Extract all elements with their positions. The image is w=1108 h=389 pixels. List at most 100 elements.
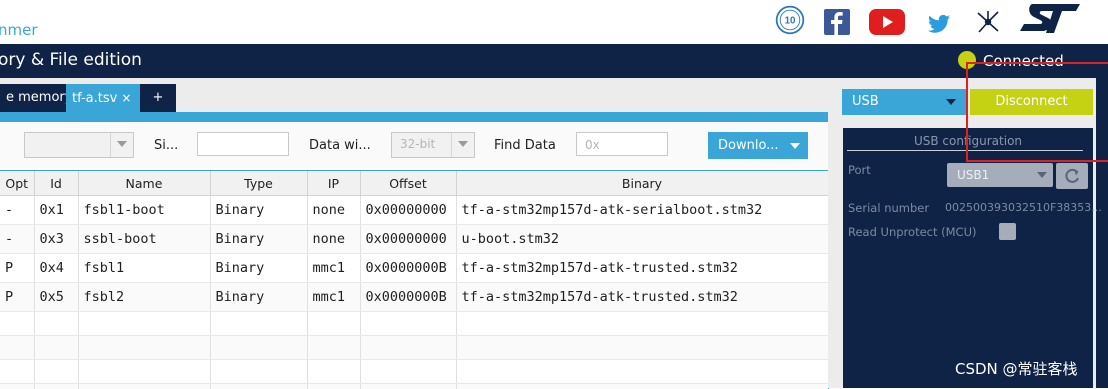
data-width-label: Data wi... [309,138,371,153]
column-header-id[interactable]: Id [34,171,78,196]
column-header-name[interactable]: Name [78,171,210,196]
cell-id: 0x4 [34,254,78,283]
cell-ip: none [307,225,360,254]
cell-binary: tf-a-stm32mp157d-atk-trusted.stm32 [456,283,828,312]
table-row[interactable]: - 0x1 fsbl1-boot Binary none 0x00000000 … [0,196,828,225]
port-select[interactable]: USB1 [947,163,1053,187]
cell-ip: mmc1 [307,283,360,312]
anniversary-badge-icon: 10 [772,4,808,36]
tab-add[interactable]: + [140,84,176,112]
port-value: USB1 [957,163,989,187]
cell-binary: tf-a-stm32mp157d-atk-serialboot.stm32 [456,196,828,225]
find-data-input[interactable]: 0x [576,132,668,156]
data-width-value: 32-bit [400,137,435,151]
app-name: nmer [0,21,38,39]
youtube-icon[interactable] [869,6,905,38]
column-header-binary[interactable]: Binary [456,171,828,196]
find-data-label: Find Data [494,138,556,153]
cell-binary: u-boot.stm32 [456,225,828,254]
tab-device-memory[interactable]: e memory [0,84,66,112]
close-tab-icon[interactable]: × [121,91,131,105]
empty-row [0,360,828,384]
cell-ip: none [307,196,360,225]
size-input[interactable] [197,132,289,156]
add-tab-icon: + [153,90,164,105]
data-width-select[interactable]: 32-bit [391,132,475,158]
cell-type: Binary [210,283,307,312]
cell-opt: - [0,225,34,254]
read-unprotect-label: Read Unprotect (MCU) [848,225,976,239]
brand-bar: nmer 10 [0,0,1108,44]
splitter[interactable] [828,78,836,388]
chevron-down-icon [790,143,800,149]
facebook-icon[interactable] [824,6,850,38]
cell-type: Binary [210,225,307,254]
table-header-row: Opt Id Name Type IP Offset Binary [0,171,828,196]
connection-status-label: Connected [983,52,1064,70]
cell-offset: 0x00000000 [360,196,456,225]
refresh-button[interactable] [1056,163,1088,189]
tab-underline [0,112,828,122]
port-label: Port [848,163,871,177]
chevron-down-icon [946,99,956,105]
annotation-line-left [966,64,968,162]
serial-number-value: 002500393032510F38353... [945,201,1102,214]
annotation-line-bottom [966,160,1108,162]
tab-tf-a-tsv[interactable]: tf-a.tsv × [66,84,146,112]
find-data-placeholder: 0x [585,138,600,152]
st-logo-icon [1018,2,1082,34]
cell-offset: 0x0000000B [360,254,456,283]
table-row[interactable]: P 0x4 fsbl1 Binary mmc1 0x0000000B tf-a-… [0,254,828,283]
cell-binary: tf-a-stm32mp157d-atk-trusted.stm32 [456,254,828,283]
download-button[interactable]: Downlo... [708,132,808,159]
cell-ip: mmc1 [307,254,360,283]
interface-select[interactable]: USB [842,89,966,115]
config-divider [847,150,1083,151]
cell-opt: P [0,283,34,312]
disconnect-button[interactable]: Disconnect [970,89,1093,115]
empty-row [0,312,828,336]
svg-text:10: 10 [785,16,796,27]
empty-row [0,336,828,360]
annotation-line-top [966,62,1108,64]
empty-row [0,384,828,389]
column-header-offset[interactable]: Offset [360,171,456,196]
serial-number-label: Serial number [848,201,929,215]
cell-opt: P [0,254,34,283]
column-header-type[interactable]: Type [210,171,307,196]
refresh-icon [1056,163,1088,189]
read-unprotect-checkbox[interactable] [999,223,1016,240]
chevron-down-icon [458,141,468,147]
address-select[interactable] [24,132,134,158]
download-label: Downlo... [718,132,779,159]
tab-label: e memory [6,90,72,105]
cell-id: 0x3 [34,225,78,254]
cell-id: 0x5 [34,283,78,312]
twitter-icon[interactable] [928,8,950,40]
table-row[interactable]: - 0x3 ssbl-boot Binary none 0x00000000 u… [0,225,828,254]
column-header-opt[interactable]: Opt [0,171,34,196]
page-title: ory & File edition [0,50,142,70]
cell-name: fsbl2 [78,283,210,312]
binary-table: Opt Id Name Type IP Offset Binary - 0x1 … [0,170,829,389]
size-label: Si... [154,138,178,153]
cell-name: fsbl1-boot [78,196,210,225]
network-share-icon[interactable] [975,6,1001,38]
cell-name: fsbl1 [78,254,210,283]
chevron-down-icon [117,141,127,147]
config-title: USB configuration [843,134,1093,148]
cell-type: Binary [210,254,307,283]
title-bar: ory & File edition [0,44,1096,78]
cell-name: ssbl-boot [78,225,210,254]
cell-opt: - [0,196,34,225]
cell-offset: 0x00000000 [360,225,456,254]
tab-label: tf-a.tsv [72,91,117,106]
cell-type: Binary [210,196,307,225]
chevron-down-icon [1037,172,1047,178]
column-header-ip[interactable]: IP [307,171,360,196]
cell-id: 0x1 [34,196,78,225]
watermark: CSDN @常驻客栈 [955,358,1078,379]
interface-value: USB [852,89,879,115]
table-row[interactable]: P 0x5 fsbl2 Binary mmc1 0x0000000B tf-a-… [0,283,828,312]
window-edge [1096,0,1108,388]
